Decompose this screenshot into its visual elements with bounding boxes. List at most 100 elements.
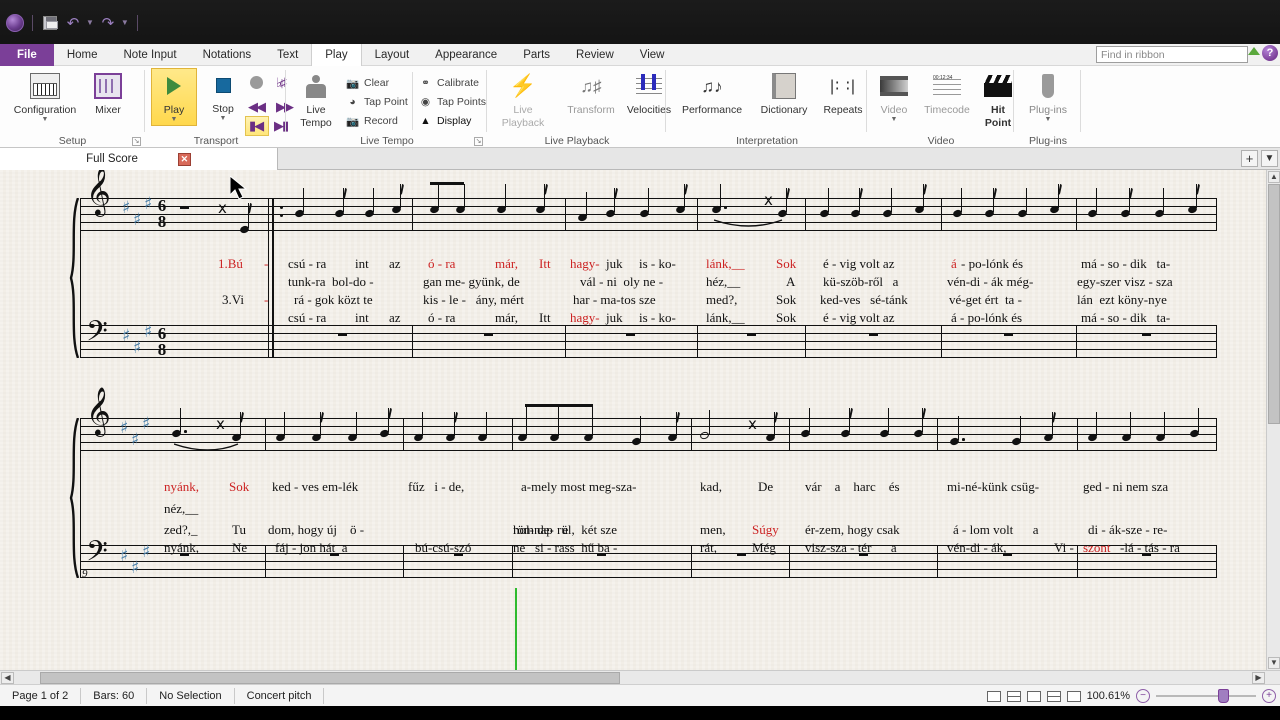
lyric-syllable[interactable]: vár a harc és <box>805 479 900 495</box>
redo-button[interactable]: ↷ <box>99 14 117 32</box>
lyric-syllable[interactable]: Itt <box>539 256 551 272</box>
lyric-syllable[interactable]: fáj - jon hát a <box>275 540 348 556</box>
lyric-syllable[interactable]: csú - ra <box>288 310 326 326</box>
lyric-syllable[interactable]: ged - ni nem sza <box>1083 479 1168 495</box>
lyric-syllable[interactable]: nyánk, <box>164 540 199 556</box>
lyric-syllable[interactable]: -lá - tás - ra <box>1120 540 1180 556</box>
lyric-syllable[interactable]: lánk,__ <box>706 310 745 326</box>
ribbon-tab-view[interactable]: View <box>627 44 678 66</box>
collapse-ribbon-icon[interactable] <box>1248 47 1260 55</box>
single-page-icon[interactable] <box>1026 690 1041 702</box>
lyric-syllable[interactable]: már, <box>495 256 518 272</box>
horizontal-scrollbar[interactable]: ◀ ▶ <box>0 670 1280 684</box>
calibrate-button[interactable]: ⚭ Calibrate <box>418 74 479 92</box>
scroll-up-arrow[interactable]: ▲ <box>1268 171 1280 183</box>
lyric-syllable[interactable]: mi-né-künk csüg- <box>947 479 1039 495</box>
chevron-down-icon[interactable]: ▼ <box>220 115 227 122</box>
lyric-syllable[interactable]: Sok <box>776 310 796 326</box>
chevron-down-icon[interactable]: ▼ <box>42 116 49 123</box>
lyric-syllable[interactable]: héz,__ <box>706 274 740 290</box>
lyric-syllable[interactable]: kis - le - ány, mért <box>423 292 524 308</box>
repeats-button[interactable]: |∶ ∶| Repeats <box>817 69 869 116</box>
zoom-out-button[interactable]: − <box>1136 689 1150 703</box>
lyric-syllable[interactable]: á - po-lónk és <box>951 310 1022 326</box>
lyric-syllable[interactable]: tunk-ra bol-do - <box>288 274 374 290</box>
lyric-syllable[interactable]: csú - ra <box>288 256 326 272</box>
chevron-down-icon[interactable]: ▼ <box>171 116 178 123</box>
lyric-syllable[interactable]: egy-szer visz - sza <box>1077 274 1173 290</box>
lyric-syllable[interactable]: az <box>389 256 401 272</box>
scroll-left-arrow[interactable]: ◀ <box>1 672 14 684</box>
scroll-right-arrow[interactable]: ▶ <box>1252 672 1265 684</box>
lyric-syllable[interactable]: gan me- gyünk, de <box>423 274 520 290</box>
lyric-syllable[interactable]: má - so - dik ta- <box>1081 310 1170 326</box>
setup-dialog-launcher[interactable]: ↘ <box>132 137 141 146</box>
lyric-syllable[interactable]: már, <box>495 310 518 326</box>
lyric-syllable[interactable]: ó - ra <box>428 310 455 326</box>
lyric-syllable[interactable]: ér-zem, hogy csak <box>805 522 900 538</box>
lyric-syllable[interactable]: rá - gok közt te <box>294 292 373 308</box>
undo-button[interactable]: ↶ <box>64 14 82 32</box>
undo-dropdown-icon[interactable]: ▼ <box>86 19 94 27</box>
chevron-down-icon[interactable]: ▼ <box>891 116 898 123</box>
configuration-button[interactable]: Configuration ▼ <box>8 69 82 123</box>
rewind-button[interactable]: ◀◀ <box>248 98 266 116</box>
hit-point-button[interactable]: Hit Point <box>978 69 1018 129</box>
timecode-button[interactable]: Timecode <box>918 69 976 116</box>
live-tempo-dialog-launcher[interactable]: ↘ <box>474 137 483 146</box>
lyric-syllable[interactable]: vál - ni oly ne - <box>580 274 663 290</box>
sibelius-orb-icon[interactable] <box>6 14 24 32</box>
lyric-syllable[interactable]: - po-lónk és <box>961 256 1023 272</box>
lyric-syllable[interactable]: Sok <box>776 292 796 308</box>
lyric-syllable[interactable]: zed?,_ <box>164 522 198 538</box>
tab-menu-button[interactable]: ▼ <box>1261 150 1278 167</box>
lyric-syllable[interactable]: ne si - rass hű ba - <box>513 540 617 556</box>
lyric-syllable[interactable]: 1.Bú <box>218 256 243 272</box>
lyric-syllable[interactable]: á <box>951 256 957 272</box>
lyric-syllable[interactable]: lán ezt köny-nye <box>1077 292 1167 308</box>
lyric-syllable[interactable]: é - vig volt az <box>823 256 894 272</box>
lyric-syllable[interactable]: é - vig volt az <box>823 310 894 326</box>
lyric-syllable[interactable]: hol-nap e két sze <box>513 522 617 538</box>
redo-dropdown-icon[interactable]: ▼ <box>121 19 129 27</box>
lyric-syllable[interactable]: har - ma-tos sze <box>573 292 656 308</box>
lyric-syllable[interactable]: is - ko- <box>639 256 676 272</box>
lyric-syllable[interactable]: Még <box>752 540 776 556</box>
ribbon-tab-parts[interactable]: Parts <box>510 44 563 66</box>
status-selection[interactable]: No Selection <box>147 687 235 704</box>
ribbon-tab-layout[interactable]: Layout <box>362 44 423 66</box>
lyric-syllable[interactable]: lánk,__ <box>706 256 745 272</box>
chevron-down-icon[interactable]: ▼ <box>1045 116 1052 123</box>
lyric-syllable[interactable]: men, <box>700 522 726 538</box>
zoom-in-button[interactable]: + <box>1262 689 1276 703</box>
mixer-button[interactable]: Mixer <box>85 69 131 116</box>
live-playback-button[interactable]: ⚡ Live Playback <box>494 69 552 129</box>
stop-button[interactable]: Stop ▼ <box>201 68 245 122</box>
ribbon-tab-text[interactable]: Text <box>264 44 311 66</box>
lyric-syllable[interactable]: bú-csú-szó <box>415 540 471 556</box>
lyric-syllable[interactable]: juk <box>606 310 623 326</box>
lyric-syllable[interactable]: szont <box>1083 540 1110 556</box>
lyric-syllable[interactable]: visz-sza - tér a <box>805 540 897 556</box>
lyric-syllable[interactable]: kad, <box>700 479 722 495</box>
ribbon-tab-review[interactable]: Review <box>563 44 627 66</box>
lyric-syllable[interactable]: vé-get ért ta - <box>949 292 1022 308</box>
lyric-syllable[interactable]: fűz i - de, <box>408 479 464 495</box>
ribbon-tab-appearance[interactable]: Appearance <box>422 44 510 66</box>
lyric-syllable[interactable]: De <box>758 479 773 495</box>
record-button[interactable] <box>250 76 263 89</box>
ribbon-tab-file[interactable]: File <box>0 44 54 66</box>
help-icon[interactable]: ? <box>1262 45 1278 61</box>
ribbon-tab-note-input[interactable]: Note Input <box>111 44 190 66</box>
lyric-syllable[interactable]: di - ák-sze - re- <box>1088 522 1167 538</box>
lyric-syllable[interactable]: néz,__ <box>164 501 198 517</box>
pages-view-icon[interactable] <box>1046 690 1061 702</box>
tap-point-button[interactable]: ◕ Tap Point <box>345 93 407 111</box>
lyric-syllable[interactable]: Itt <box>539 310 551 326</box>
video-button[interactable]: Video ▼ <box>872 69 916 123</box>
lyric-syllable[interactable]: is - ko- <box>639 310 676 326</box>
ribbon-tab-notations[interactable]: Notations <box>190 44 265 66</box>
dictionary-button[interactable]: Dictionary <box>753 69 815 116</box>
vertical-scrollbar[interactable]: ▲ ▼ <box>1266 170 1280 670</box>
full-screen-icon[interactable] <box>1066 690 1081 702</box>
